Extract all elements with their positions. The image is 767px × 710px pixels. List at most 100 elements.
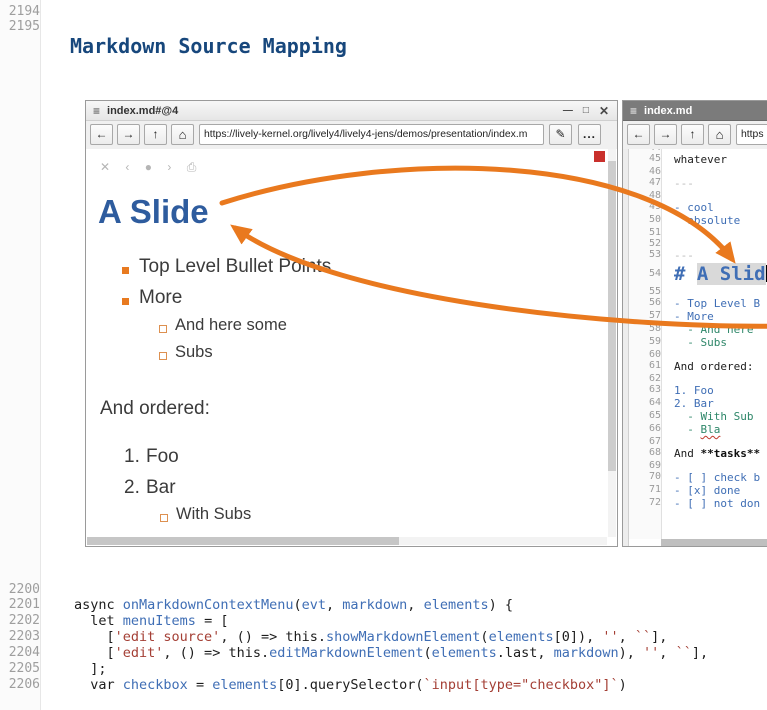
forward-button[interactable]: →: [654, 124, 677, 145]
code-token: ``: [635, 629, 651, 645]
back-button[interactable]: ←: [627, 124, 650, 145]
rendered-markdown-window: ≡ index.md#@4 — □ ✕ ← → ↑ ⌂ ✎ ... ✕ ‹: [85, 100, 618, 547]
code-token: elements: [424, 597, 489, 613]
up-button[interactable]: ↑: [144, 124, 167, 145]
window-titlebar: ≡ index.md#@4 — □ ✕: [86, 101, 617, 121]
close-button[interactable]: ✕: [599, 104, 609, 118]
code-line: 60: [629, 349, 767, 360]
code-token: elements: [212, 677, 277, 693]
code-line: 51: [629, 227, 767, 238]
ordered-item: Foo: [146, 446, 179, 468]
forward-button[interactable]: →: [117, 124, 140, 145]
home-icon[interactable]: ⌂: [171, 124, 194, 145]
code-token: 1. Foo: [674, 384, 714, 397]
line-number: 68: [629, 447, 667, 460]
line-number: 52: [629, 238, 667, 249]
window-titlebar: ≡ index.md: [623, 101, 767, 121]
code-token: A Slid: [697, 263, 766, 285]
code-token: (: [480, 629, 488, 645]
code-line: 57- More: [629, 310, 767, 323]
line-number: 61: [629, 360, 667, 373]
code-token: ],: [651, 629, 667, 645]
line-number: 45: [629, 153, 667, 166]
code-line: 2200: [0, 582, 767, 597]
code-line: 631. Foo: [629, 384, 767, 397]
print-icon[interactable]: ⎙: [187, 160, 197, 174]
code-line: 2205 ];: [0, 661, 767, 677]
hamburger-menu-icon[interactable]: ≡: [93, 104, 100, 118]
code-line: 47---: [629, 177, 767, 190]
code-line: 71- [x] done: [629, 484, 767, 497]
code-token: evt: [302, 597, 326, 613]
code-line: 52: [629, 238, 767, 249]
line-number: 60: [629, 349, 667, 360]
code-token: ],: [692, 645, 708, 661]
url-input[interactable]: [736, 124, 767, 145]
line-number: 49: [629, 201, 667, 214]
up-button[interactable]: ↑: [681, 124, 704, 145]
line-number: 2203: [0, 629, 45, 645]
vertical-scrollbar[interactable]: [608, 149, 616, 537]
line-number: 2205: [0, 661, 45, 677]
hamburger-menu-icon[interactable]: ≡: [630, 104, 637, 118]
code-token: ,: [407, 597, 423, 613]
javascript-code-block: 22002201 async onMarkdownContextMenu ( evt,…: [0, 582, 767, 693]
back-button[interactable]: ←: [90, 124, 113, 145]
line-number: 50: [629, 214, 667, 227]
code-token: - More: [674, 310, 714, 323]
unsaved-indicator-dot[interactable]: [594, 151, 605, 162]
code-line: 53---: [629, 249, 767, 262]
url-input[interactable]: [199, 124, 544, 145]
prev-slide-icon[interactable]: ‹: [125, 160, 129, 174]
horizontal-scrollbar[interactable]: [87, 537, 607, 545]
code-line: 58 - And here: [629, 323, 767, 336]
code-token: **tasks**: [701, 447, 761, 460]
line-number: 48: [629, 190, 667, 201]
home-icon[interactable]: ⌂: [708, 124, 731, 145]
next-slide-icon[interactable]: ›: [167, 160, 171, 174]
maximize-button[interactable]: □: [583, 105, 589, 116]
sub-bullet-square-icon: [159, 325, 167, 333]
line-number: 70: [629, 471, 667, 484]
edit-pencil-icon[interactable]: ✎: [549, 124, 572, 145]
code-line: 2194: [0, 4, 74, 19]
code-token: - Subs: [674, 336, 727, 349]
code-line: 50 absolute: [629, 214, 767, 227]
code-token: Bla: [701, 423, 721, 436]
scrollbar-thumb[interactable]: [87, 537, 399, 545]
horizontal-scrollbar[interactable]: [661, 539, 767, 546]
code-token: var: [74, 677, 123, 693]
line-number: 64: [629, 397, 667, 410]
lively-editor-page: 2194 2195 Markdown Source Mapping ≡ inde…: [0, 0, 767, 710]
slide-dot-icon[interactable]: ●: [145, 160, 152, 174]
code-token: '': [643, 645, 659, 661]
more-options-button[interactable]: ...: [578, 124, 601, 145]
code-line: 55: [629, 286, 767, 297]
line-number: 58: [629, 323, 667, 336]
sub-bullet-item: With Subs: [176, 505, 251, 524]
code-token: ---: [674, 177, 694, 190]
code-line: 70 - [ ] check b: [629, 471, 767, 484]
code-token: [: [74, 645, 115, 661]
minimize-button[interactable]: —: [563, 105, 573, 116]
line-number: 2194: [0, 4, 45, 19]
scrollbar-thumb[interactable]: [608, 161, 616, 471]
code-token: whatever: [674, 153, 727, 166]
code-line: 59 - Subs: [629, 336, 767, 349]
source-code-editor[interactable]: 4445whatever4647---4849- cool50 absolute…: [623, 149, 767, 546]
top-line-numbers: 2194 2195: [0, 4, 74, 34]
code-line: 2204 ['edit', () => this.editMarkdownEle…: [0, 645, 767, 661]
code-token: , () => this.: [220, 629, 326, 645]
code-token: onMarkdownContextMenu: [123, 597, 294, 613]
code-line: 48: [629, 190, 767, 201]
code-token: - [ ] check b: [674, 471, 760, 484]
close-presentation-icon[interactable]: ✕: [100, 160, 110, 174]
code-token: absolute: [674, 214, 740, 227]
scrollbar-thumb[interactable]: [661, 539, 767, 546]
code-token: ): [619, 677, 627, 693]
line-number: 2200: [0, 582, 45, 597]
line-number: 2201: [0, 597, 45, 613]
line-number: 67: [629, 436, 667, 447]
code-token: async: [74, 597, 123, 613]
code-token: - cool: [674, 201, 714, 214]
